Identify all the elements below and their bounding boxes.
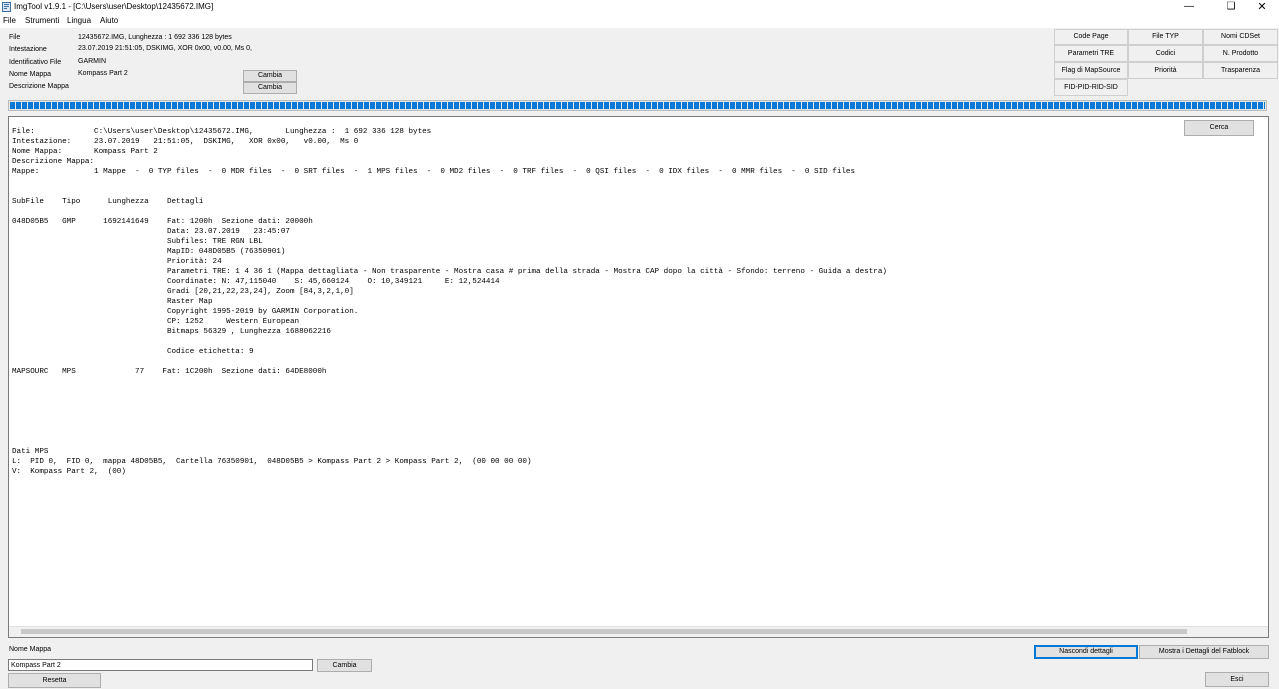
file-value: 12435672.IMG, Lunghezza : 1 692 336 128 … <box>78 34 232 41</box>
file-id-value: GARMIN <box>78 58 106 65</box>
scrollbar-thumb[interactable] <box>21 629 1187 634</box>
codes-button[interactable]: Codici <box>1128 45 1203 62</box>
reset-button[interactable]: Resetta <box>8 673 101 688</box>
maximize-button[interactable]: ❏ <box>1214 0 1248 15</box>
app-icon <box>2 2 11 12</box>
file-id-label: Identificativo File <box>9 59 62 66</box>
window-title: ImgTool v1.9.1 - [C:\Users\user\Desktop\… <box>14 2 214 11</box>
close-icon: ✕ <box>1257 1 1267 13</box>
header-label: Intestazione <box>9 46 47 53</box>
horizontal-scrollbar[interactable] <box>9 626 1268 637</box>
map-description-label: Descrizione Mappa <box>9 83 69 90</box>
change-map-name-button[interactable]: Cambia <box>243 70 297 82</box>
menu-lingua[interactable]: Lingua <box>67 16 91 25</box>
map-name-value: Kompass Part 2 <box>78 70 128 77</box>
map-name-input[interactable] <box>8 659 313 671</box>
file-label: File <box>9 34 21 41</box>
bottom-change-button[interactable]: Cambia <box>317 659 372 672</box>
priority-button[interactable]: Priorità <box>1128 62 1203 79</box>
minimize-icon: — <box>1184 1 1194 12</box>
code-page-button[interactable]: Code Page <box>1054 29 1128 45</box>
hide-details-button[interactable]: Nascondi dettagli <box>1034 645 1138 659</box>
search-button[interactable]: Cerca <box>1184 120 1254 136</box>
close-button[interactable]: ✕ <box>1245 0 1279 15</box>
menu-strumenti[interactable]: Strumenti <box>25 16 59 25</box>
restore-icon: ❏ <box>1226 1 1236 12</box>
exit-button[interactable]: Esci <box>1205 672 1269 687</box>
fid-pid-rid-sid-button[interactable]: FID-PID-RID-SID <box>1054 79 1128 96</box>
product-number-button[interactable]: N. Prodotto <box>1203 45 1278 62</box>
map-name-label: Nome Mappa <box>9 71 52 78</box>
show-fatblock-details-button[interactable]: Mostra i Dettagli del Fatblock <box>1139 645 1269 659</box>
bottom-map-name-label: Nome Mappa <box>9 646 52 653</box>
minimize-button[interactable]: — <box>1172 0 1206 15</box>
title-bar: ImgTool v1.9.1 - [C:\Users\user\Desktop\… <box>0 0 1279 15</box>
menu-bar: File Strumenti Lingua Aiuto <box>0 15 1279 28</box>
details-text: File: C:\Users\user\Desktop\12435672.IMG… <box>12 128 887 476</box>
menu-file[interactable]: File <box>3 16 16 25</box>
file-typ-button[interactable]: File TYP <box>1128 29 1203 45</box>
transparency-button[interactable]: Trasparenza <box>1203 62 1278 79</box>
change-map-description-button[interactable]: Cambia <box>243 82 297 94</box>
header-value: 23.07.2019 21:51:05, DSKIMG, XOR 0x00, v… <box>78 45 252 52</box>
mapsource-flag-button[interactable]: Flag di MapSource <box>1054 62 1128 79</box>
menu-aiuto[interactable]: Aiuto <box>100 16 118 25</box>
tre-parameters-button[interactable]: Parametri TRE <box>1054 45 1128 62</box>
cdset-names-button[interactable]: Nomi CDSet <box>1203 29 1278 45</box>
progress-fill <box>10 102 1265 109</box>
details-text-area[interactable]: File: C:\Users\user\Desktop\12435672.IMG… <box>8 116 1269 638</box>
progress-bar <box>8 100 1267 111</box>
